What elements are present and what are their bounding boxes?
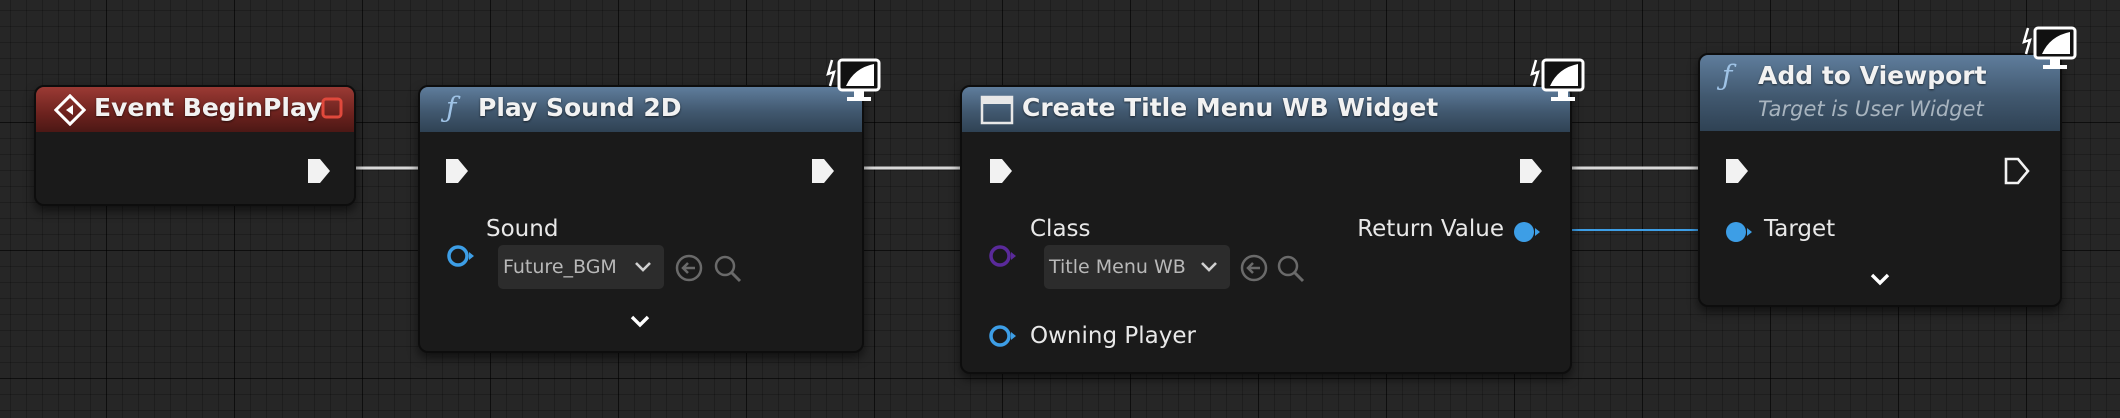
- node-title: Create Title Menu WB Widget: [1022, 93, 1439, 122]
- target-pin-label: Target: [1764, 216, 1836, 242]
- exec-input-pin[interactable]: [444, 157, 470, 185]
- play-sound-2d-node[interactable]: ƒ Play Sound 2D Sound Future_BGM: [418, 85, 864, 353]
- node-title: Play Sound 2D: [478, 93, 682, 122]
- exec-output-pin[interactable]: [1518, 157, 1544, 185]
- expand-chevron-icon[interactable]: [1868, 269, 1892, 291]
- widget-class-dropdown[interactable]: Title Menu WB: [1044, 245, 1230, 289]
- object-pin-icon[interactable]: [446, 243, 476, 269]
- client-monitor-icon: [2022, 26, 2077, 69]
- sound-asset-value: Future_BGM: [503, 256, 617, 278]
- target-pin[interactable]: [1724, 219, 1754, 245]
- browse-asset-icon[interactable]: [712, 253, 744, 285]
- dropdown-chevron-icon: [1201, 262, 1217, 272]
- exec-output-pin[interactable]: [810, 157, 836, 185]
- owning-player-pin-label: Owning Player: [1030, 323, 1196, 349]
- event-beginplay-node[interactable]: Event BeginPlay: [34, 85, 356, 206]
- node-subtitle: Target is User Widget: [1758, 97, 1984, 121]
- create-widget-node[interactable]: Create Title Menu WB Widget Class Title …: [960, 85, 1572, 374]
- breakpoint-square-icon[interactable]: [321, 97, 343, 119]
- widget-class-icon: [980, 95, 1014, 125]
- client-monitor-icon: [1530, 58, 1585, 101]
- event-diamond-icon: [54, 94, 86, 126]
- return-value-pin[interactable]: [1512, 219, 1542, 245]
- use-selected-asset-icon[interactable]: [674, 253, 704, 283]
- exec-output-pin[interactable]: [2004, 157, 2030, 185]
- dropdown-chevron-icon: [635, 262, 651, 272]
- browse-asset-icon[interactable]: [1275, 253, 1307, 285]
- sound-asset-dropdown[interactable]: Future_BGM: [498, 245, 664, 289]
- function-icon: ƒ: [446, 91, 457, 124]
- return-value-pin-label: Return Value: [1357, 216, 1504, 242]
- client-monitor-icon: [826, 58, 881, 101]
- class-pin-label: Class: [1030, 216, 1091, 242]
- node-title: Event BeginPlay: [94, 93, 323, 122]
- add-to-viewport-node[interactable]: ƒ Add to Viewport Target is User Widget …: [1698, 53, 2062, 307]
- owning-player-pin[interactable]: [988, 323, 1018, 349]
- class-pin-icon[interactable]: [988, 243, 1018, 269]
- function-icon: ƒ: [1722, 59, 1733, 92]
- exec-input-pin[interactable]: [1724, 157, 1750, 185]
- sound-pin-label: Sound: [486, 216, 559, 242]
- node-title: Add to Viewport: [1758, 61, 1987, 90]
- expand-chevron-icon[interactable]: [628, 311, 652, 333]
- exec-output-pin[interactable]: [306, 157, 332, 185]
- widget-class-value: Title Menu WB: [1049, 256, 1186, 278]
- exec-input-pin[interactable]: [988, 157, 1014, 185]
- use-selected-asset-icon[interactable]: [1239, 253, 1269, 283]
